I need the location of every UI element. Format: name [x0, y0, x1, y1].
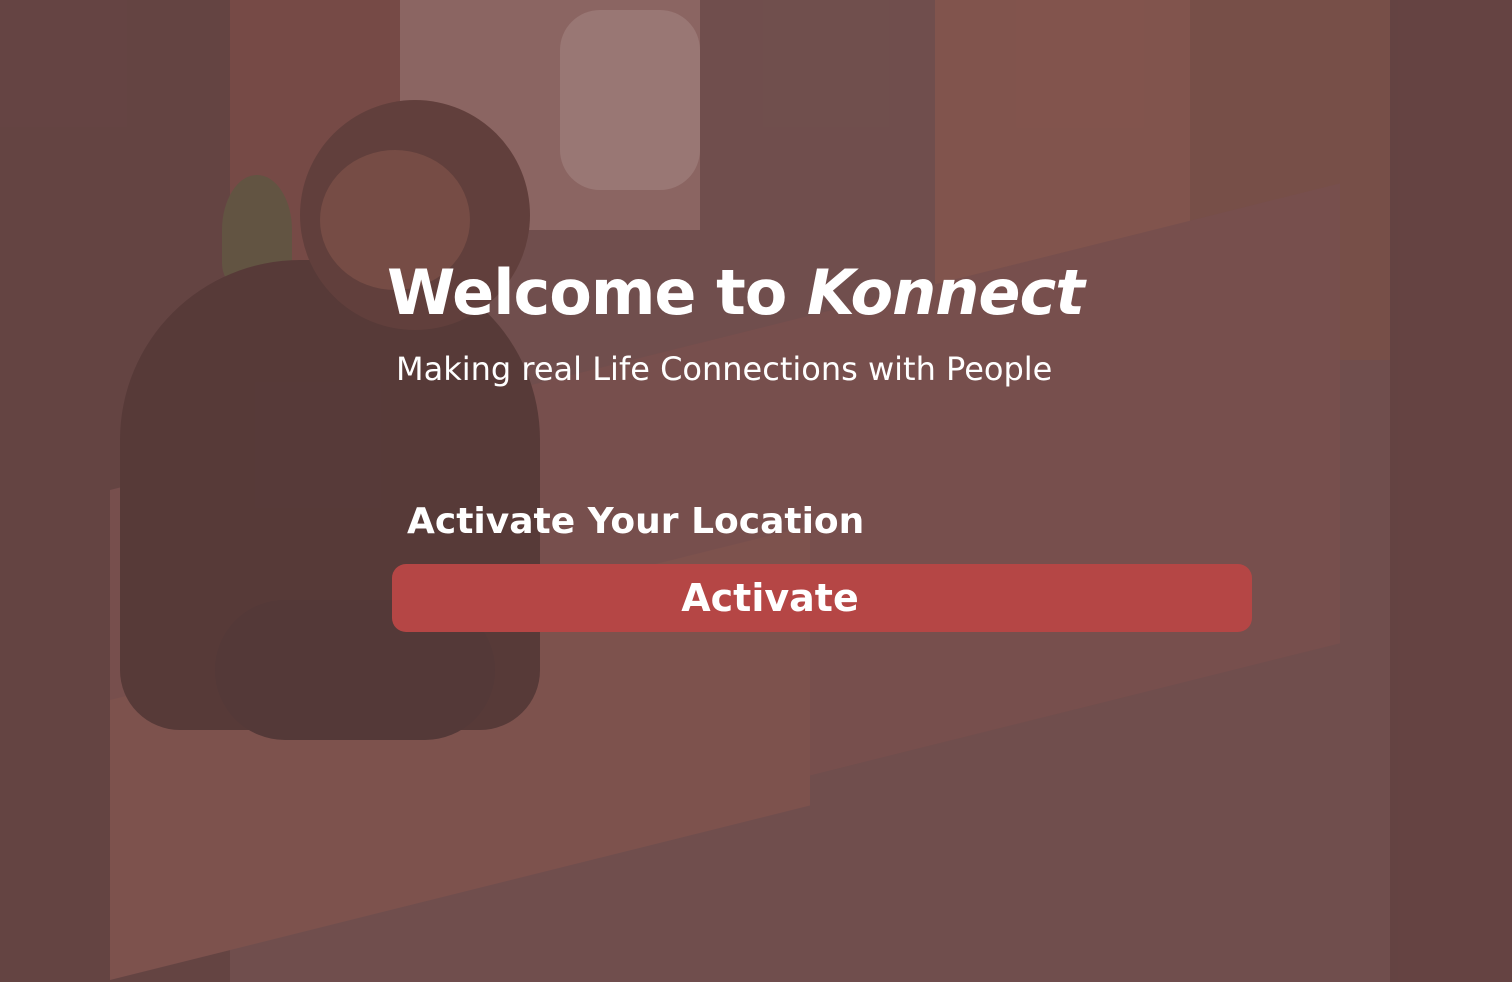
- activate-location-heading: Activate Your Location: [407, 501, 865, 542]
- brand-name: Konnect: [806, 256, 1085, 329]
- welcome-title: Welcome to Konnect: [387, 256, 1085, 329]
- tint-overlay: [0, 0, 1512, 982]
- welcome-title-prefix: Welcome to: [387, 256, 807, 329]
- welcome-page: Welcome to Konnect Making real Life Conn…: [0, 0, 1512, 982]
- welcome-subtitle: Making real Life Connections with People: [396, 350, 1053, 388]
- activate-button[interactable]: Activate: [392, 564, 1252, 632]
